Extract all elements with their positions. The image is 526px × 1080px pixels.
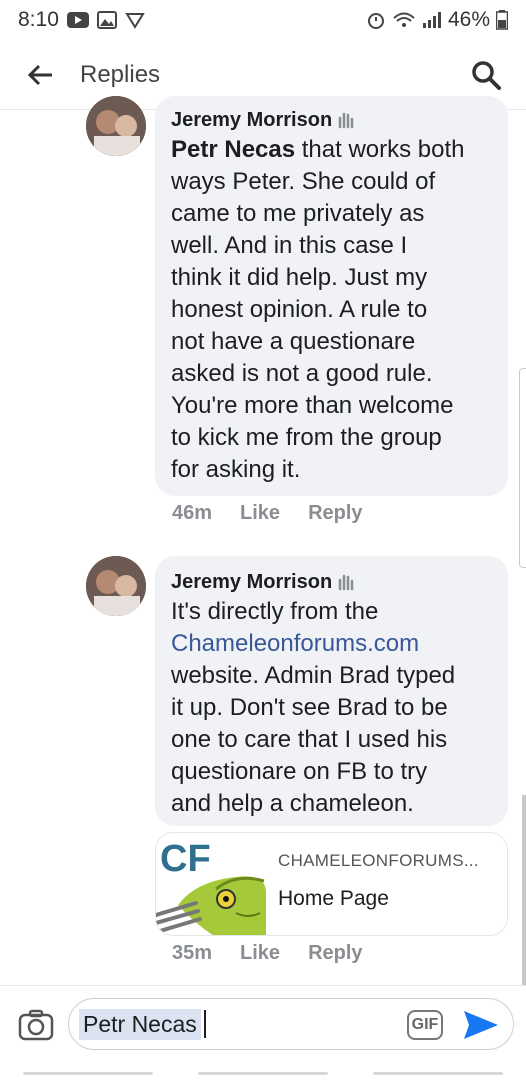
gallery-icon [96, 11, 117, 29]
comment-meta: 46m Like Reply [172, 502, 363, 525]
wifi-icon [392, 11, 416, 29]
back-button[interactable] [18, 53, 62, 97]
search-icon [472, 60, 501, 90]
nav-recent[interactable] [22, 1072, 153, 1075]
page-title: Replies [80, 60, 161, 88]
status-time: 8:10 [18, 8, 59, 31]
comment-author[interactable]: Jeremy Morrison [171, 106, 492, 134]
website-link[interactable]: Chameleonforums.com [171, 630, 419, 657]
comment-text: It's directly from the Chameleonforums.c… [171, 598, 456, 817]
comment-meta: 35m Like Reply [172, 942, 363, 965]
reply-button[interactable]: Reply [308, 502, 362, 525]
signal-icon [422, 11, 442, 29]
link-title: Home Page [278, 887, 389, 910]
like-button[interactable]: Like [240, 502, 280, 525]
comment-bubble: Jeremy Morrison Petr Necas that works bo… [155, 96, 508, 496]
link-domain: CHAMELEONFORUMS... [278, 851, 479, 870]
avatar[interactable] [86, 96, 146, 156]
edge-panel-handle[interactable] [519, 368, 526, 568]
scrollbar[interactable] [522, 795, 526, 985]
comment-time[interactable]: 35m [172, 942, 212, 965]
search-button[interactable] [464, 53, 508, 97]
reply-input[interactable]: Petr Necas GIF [68, 998, 514, 1050]
nav-back[interactable] [373, 1072, 504, 1075]
avatar[interactable] [86, 556, 146, 616]
reply-composer: Petr Necas GIF [0, 985, 526, 1080]
system-nav-bar [0, 1067, 526, 1080]
like-button[interactable]: Like [240, 942, 280, 965]
youtube-icon [66, 12, 89, 28]
send-button[interactable] [461, 1007, 501, 1043]
reply-button[interactable]: Reply [308, 942, 362, 965]
battery-icon [496, 10, 508, 30]
camera-button[interactable] [18, 1008, 54, 1042]
send-icon [464, 1011, 498, 1039]
comment-bubble: Jeremy Morrison It's directly from the C… [155, 556, 508, 826]
logo-text: CF [160, 838, 211, 880]
battery-percent: 46% [447, 8, 490, 31]
nav-home[interactable] [197, 1072, 328, 1075]
wave-icon [338, 112, 354, 129]
alarm-icon [366, 10, 386, 30]
comment-time[interactable]: 46m [172, 502, 212, 525]
link-preview-card[interactable]: CF CHAMELEONFORUMS... Home Page [155, 832, 508, 936]
comment-text: Petr Necas that works both ways Peter. S… [171, 136, 465, 483]
gif-button[interactable]: GIF [407, 1010, 443, 1040]
mention-link[interactable]: Petr Necas [171, 136, 295, 163]
comment-author[interactable]: Jeremy Morrison [171, 568, 492, 596]
wave-icon [338, 574, 354, 591]
notification-app-icon [125, 11, 145, 29]
input-mention-tag[interactable]: Petr Necas [79, 1008, 201, 1040]
link-thumbnail: CF [156, 833, 266, 935]
status-bar: 8:10 46% [0, 0, 526, 40]
camera-icon [18, 1009, 54, 1041]
back-arrow-icon [27, 64, 52, 85]
text-caret [203, 1010, 206, 1038]
